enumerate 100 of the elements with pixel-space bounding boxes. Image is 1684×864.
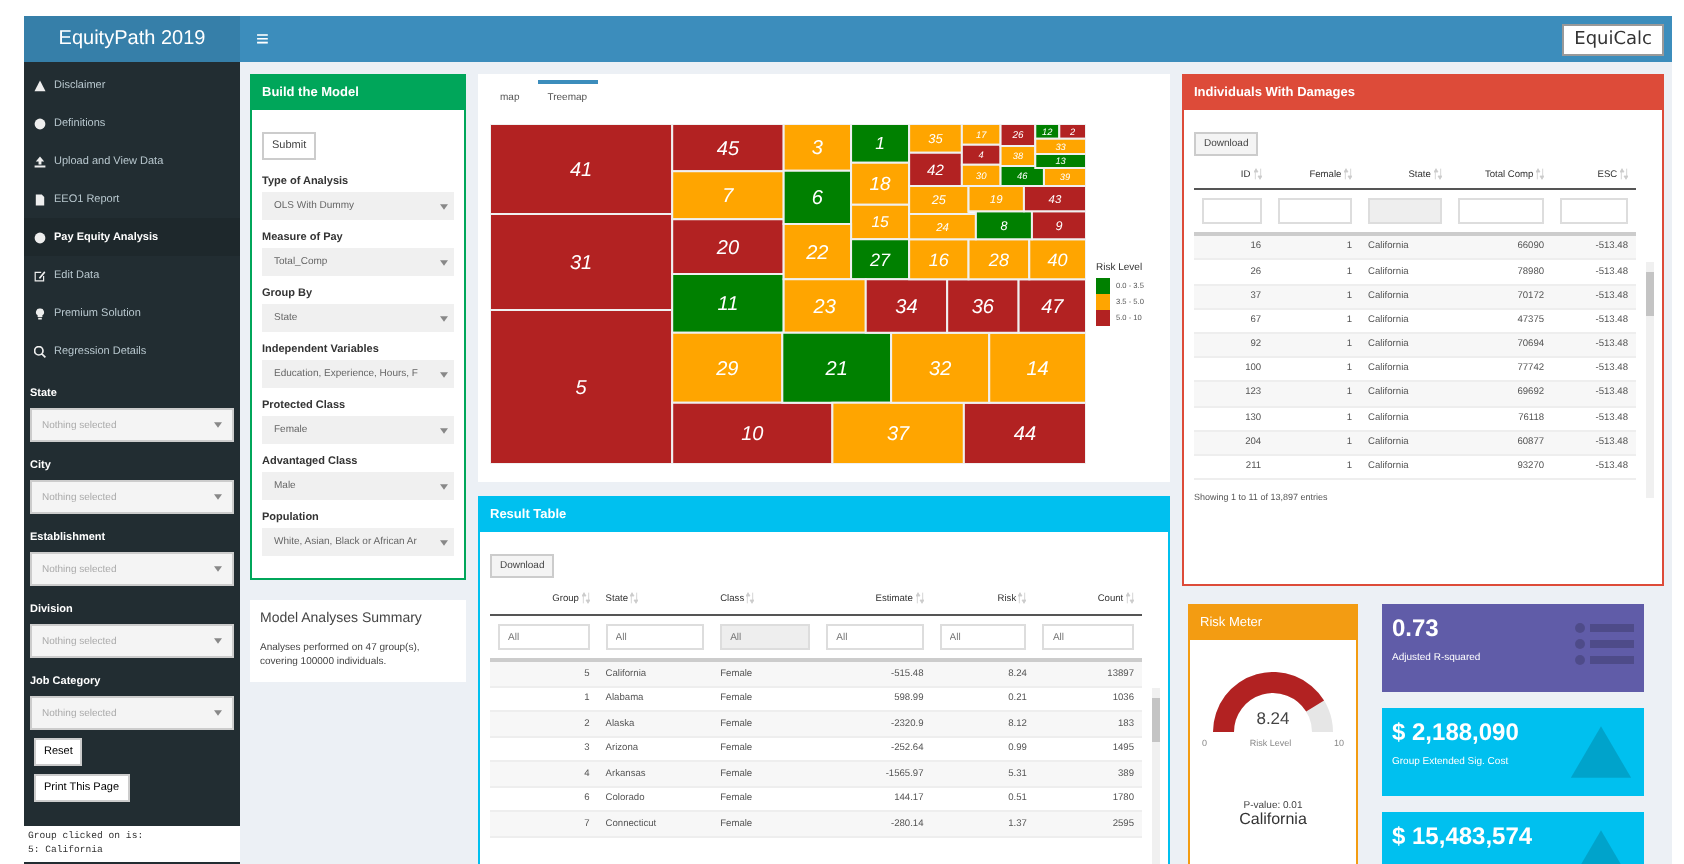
treemap-tile[interactable] bbox=[999, 124, 1037, 147]
treemap-tile[interactable] bbox=[908, 213, 977, 241]
tile-label: 20 bbox=[716, 237, 740, 260]
tile-label: 11 bbox=[717, 294, 739, 317]
tile-label: 40 bbox=[1047, 249, 1068, 270]
caret-icon bbox=[440, 539, 448, 545]
caret-icon bbox=[440, 203, 448, 209]
caret-icon bbox=[440, 483, 448, 489]
treemap-tile[interactable] bbox=[1017, 278, 1086, 334]
menu-icon[interactable]: ≡ bbox=[256, 27, 269, 51]
treemap-tile[interactable] bbox=[908, 238, 970, 281]
gauge-value: 8.24 bbox=[1254, 708, 1292, 728]
sort-icon[interactable] bbox=[630, 592, 639, 604]
treemap-tile[interactable] bbox=[967, 185, 1025, 213]
warning-icon bbox=[34, 79, 46, 91]
treemap-tile[interactable] bbox=[988, 331, 1086, 404]
treemap-tile[interactable] bbox=[1022, 185, 1086, 213]
treemap-tile[interactable] bbox=[999, 145, 1037, 167]
tile-label: 44 bbox=[1013, 424, 1037, 447]
treemap-tile[interactable] bbox=[490, 309, 674, 464]
caret-icon bbox=[214, 710, 222, 716]
tile-label: 22 bbox=[806, 242, 829, 265]
tile-label: 27 bbox=[870, 249, 891, 270]
value-text: $ 15,483,574 bbox=[1392, 822, 1533, 850]
document-icon bbox=[34, 193, 46, 205]
brand-logo: EquiCalc bbox=[1562, 23, 1664, 55]
lightbulb-icon bbox=[34, 307, 46, 319]
treemap-tile[interactable] bbox=[850, 124, 911, 164]
treemap-tile[interactable] bbox=[1034, 153, 1086, 169]
treemap-tile[interactable] bbox=[850, 203, 911, 241]
tile-label: 31 bbox=[569, 253, 593, 275]
treemap-tile[interactable] bbox=[1030, 210, 1086, 241]
treemap-tile[interactable] bbox=[962, 401, 1086, 464]
treemap-tile[interactable] bbox=[908, 124, 963, 154]
sort-icon[interactable] bbox=[1344, 168, 1353, 180]
tile-label: 3 bbox=[811, 138, 823, 161]
treemap-tile[interactable] bbox=[1034, 137, 1086, 155]
treemap-tile[interactable] bbox=[671, 401, 834, 464]
caret-icon bbox=[440, 427, 448, 433]
tile-label: 47 bbox=[1041, 297, 1064, 319]
treemap-tile[interactable] bbox=[850, 238, 911, 281]
treemap-tile[interactable] bbox=[850, 161, 911, 206]
treemap-tile[interactable] bbox=[831, 401, 965, 464]
treemap-tile[interactable] bbox=[782, 124, 853, 172]
filter-input[interactable] bbox=[1202, 198, 1262, 225]
tile-label: 7 bbox=[722, 186, 734, 209]
sort-icon[interactable] bbox=[1126, 592, 1134, 604]
treemap-tile[interactable] bbox=[671, 331, 784, 404]
tile-label: 29 bbox=[716, 358, 739, 381]
app-logo[interactable]: EquityPath 2019 bbox=[24, 16, 240, 62]
treemap-tile[interactable] bbox=[946, 278, 1020, 334]
caret-icon bbox=[214, 422, 222, 428]
tile-label: 34 bbox=[895, 297, 918, 319]
treemap-tile[interactable] bbox=[974, 210, 1033, 241]
treemap-tile[interactable] bbox=[890, 331, 991, 404]
treemap-tile[interactable] bbox=[781, 331, 893, 404]
treemap-tile[interactable] bbox=[671, 124, 785, 173]
sort-icon[interactable] bbox=[1620, 168, 1628, 180]
filter-input[interactable] bbox=[1277, 198, 1353, 225]
treemap-tile[interactable] bbox=[782, 169, 853, 225]
tile-label: 10 bbox=[741, 424, 764, 447]
treemap-tile[interactable] bbox=[864, 278, 949, 334]
tile-label: 28 bbox=[988, 249, 1009, 270]
tile-label: 32 bbox=[929, 358, 952, 381]
treemap-tile[interactable] bbox=[1028, 238, 1086, 281]
tile-label: 1 bbox=[875, 133, 885, 154]
treemap-tile[interactable] bbox=[967, 238, 1031, 281]
caret-icon bbox=[440, 371, 448, 377]
sort-icon[interactable] bbox=[1018, 592, 1027, 604]
tile-label: 21 bbox=[825, 358, 848, 381]
treemap-tile[interactable] bbox=[960, 143, 1002, 166]
tile-label: 18 bbox=[869, 174, 891, 197]
sort-icon[interactable] bbox=[581, 592, 590, 604]
treemap-tile[interactable] bbox=[782, 278, 867, 334]
treemap-tile[interactable] bbox=[671, 218, 785, 275]
sort-icon[interactable] bbox=[1536, 168, 1545, 180]
value-text: 0.73 bbox=[1392, 614, 1441, 642]
filter-input[interactable] bbox=[1457, 198, 1545, 225]
sort-icon[interactable] bbox=[1253, 168, 1262, 180]
caret-icon bbox=[214, 494, 222, 500]
treemap-tile[interactable] bbox=[671, 273, 785, 334]
treemap-tile[interactable] bbox=[908, 185, 970, 215]
filter-input[interactable] bbox=[1560, 198, 1628, 225]
treemap-tile[interactable] bbox=[490, 213, 674, 311]
treemap-tile[interactable] bbox=[908, 151, 963, 187]
tile-label: 45 bbox=[716, 138, 740, 161]
list-icon bbox=[1574, 620, 1634, 668]
treemap-tile[interactable] bbox=[671, 170, 785, 221]
treemap-tile[interactable] bbox=[960, 163, 1002, 187]
caret-icon bbox=[214, 638, 222, 644]
sort-icon[interactable] bbox=[746, 592, 755, 604]
sort-icon[interactable] bbox=[1433, 168, 1442, 180]
tile-label: 36 bbox=[971, 297, 994, 319]
sort-icon[interactable] bbox=[915, 592, 924, 604]
warning-icon bbox=[1568, 724, 1634, 780]
treemap-tile[interactable] bbox=[782, 223, 853, 281]
upload-icon bbox=[34, 155, 46, 167]
treemap-tile[interactable] bbox=[999, 165, 1045, 187]
treemap-tile[interactable] bbox=[960, 124, 1002, 146]
tile-label: 42 bbox=[927, 160, 944, 179]
